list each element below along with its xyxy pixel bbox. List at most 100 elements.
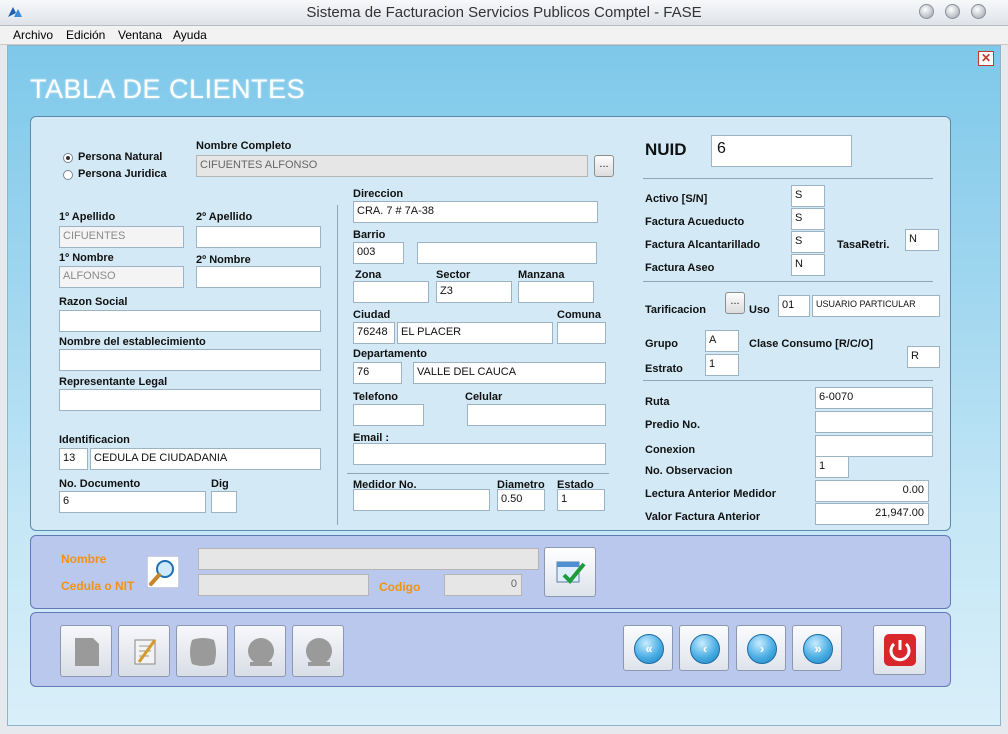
representante-field[interactable] bbox=[59, 389, 321, 411]
apellido2-field[interactable] bbox=[196, 226, 321, 248]
checklist-icon bbox=[556, 561, 586, 584]
celular-label: Celular bbox=[465, 391, 503, 403]
nombre2-field[interactable] bbox=[196, 266, 321, 288]
next-record-button[interactable]: › bbox=[736, 625, 786, 671]
barrio-code-field[interactable]: 003 bbox=[353, 242, 404, 264]
cancel-button[interactable] bbox=[292, 625, 344, 677]
edit-button[interactable] bbox=[118, 625, 170, 677]
manzana-field[interactable] bbox=[518, 281, 594, 303]
nombre1-field[interactable]: ALFONSO bbox=[59, 266, 184, 288]
identificacion-code-field[interactable]: 13 bbox=[59, 448, 88, 470]
window-close-button[interactable] bbox=[971, 4, 986, 19]
delete-icon bbox=[248, 638, 274, 666]
menu-edicion[interactable]: Edición bbox=[66, 28, 105, 42]
sector-label: Sector bbox=[436, 269, 471, 281]
search-nombre-field[interactable] bbox=[198, 548, 539, 570]
barrio-name-field[interactable] bbox=[417, 242, 597, 264]
establecimiento-field[interactable] bbox=[59, 349, 321, 371]
previous-record-button[interactable]: ‹ bbox=[679, 625, 729, 671]
services-divider bbox=[643, 281, 933, 282]
menu-ventana[interactable]: Ventana bbox=[118, 28, 162, 42]
departamento-code-field[interactable]: 76 bbox=[353, 362, 402, 384]
search-panel: Nombre Cedula o NIT Codigo 0 bbox=[30, 535, 951, 609]
dig-field[interactable] bbox=[211, 491, 237, 513]
uso-code-field[interactable]: 01 bbox=[778, 295, 810, 317]
activo-field[interactable]: S bbox=[791, 185, 825, 207]
search-codigo-field[interactable]: 0 bbox=[444, 574, 522, 596]
search-cedula-label: Cedula o NIT bbox=[61, 579, 135, 593]
exit-button[interactable] bbox=[873, 625, 926, 675]
page-title: TABLA DE CLIENTES bbox=[30, 74, 306, 104]
razon-social-field[interactable] bbox=[59, 310, 321, 332]
menu-ayuda[interactable]: Ayuda bbox=[173, 28, 207, 42]
last-record-button[interactable]: » bbox=[792, 625, 842, 671]
aseo-field[interactable]: N bbox=[791, 254, 825, 276]
medidor-field[interactable] bbox=[353, 489, 490, 511]
telefono-field[interactable] bbox=[353, 404, 424, 426]
apellido2-label: 2º Apellido bbox=[196, 211, 253, 223]
estado-field[interactable]: 1 bbox=[557, 489, 605, 511]
search-accept-button[interactable] bbox=[544, 547, 596, 597]
documento-field[interactable]: 6 bbox=[59, 491, 206, 513]
alcantarillado-field[interactable]: S bbox=[791, 231, 825, 253]
nombre-completo-label: Nombre Completo bbox=[196, 140, 292, 152]
sector-field[interactable]: Z3 bbox=[436, 281, 512, 303]
celular-field[interactable] bbox=[467, 404, 606, 426]
direccion-label: Direccion bbox=[353, 188, 404, 200]
window-titlebar: Sistema de Facturacion Servicios Publico… bbox=[0, 0, 1008, 26]
email-field[interactable] bbox=[353, 443, 606, 465]
apellido1-label: 1º Apellido bbox=[59, 211, 116, 223]
identificacion-type-field[interactable]: CEDULA DE CIUDADANIA bbox=[90, 448, 321, 470]
clase-consumo-field[interactable]: R bbox=[907, 346, 940, 368]
dig-label: Dig bbox=[211, 478, 229, 490]
identificacion-label: Identificacion bbox=[59, 434, 130, 446]
tarifa-divider bbox=[643, 380, 933, 381]
cancel-icon bbox=[306, 638, 332, 666]
nuid-field[interactable]: 6 bbox=[711, 135, 852, 167]
grupo-field[interactable]: A bbox=[705, 330, 739, 352]
departamento-name-field[interactable]: VALLE DEL CAUCA bbox=[413, 362, 606, 384]
ruta-label: Ruta bbox=[645, 396, 670, 408]
tarificacion-button[interactable]: ... bbox=[725, 292, 745, 314]
close-form-button[interactable]: ✕ bbox=[978, 51, 994, 66]
save-button[interactable] bbox=[176, 625, 228, 677]
first-record-button[interactable]: « bbox=[623, 625, 673, 671]
delete-button[interactable] bbox=[234, 625, 286, 677]
search-cedula-field[interactable] bbox=[198, 574, 369, 596]
direccion-field[interactable]: CRA. 7 # 7A-38 bbox=[353, 201, 598, 223]
new-button[interactable] bbox=[60, 625, 112, 677]
nombre-completo-field[interactable]: CIFUENTES ALFONSO bbox=[196, 155, 588, 177]
observacion-field[interactable]: 1 bbox=[815, 456, 849, 478]
tasa-label: TasaRetri. bbox=[837, 239, 890, 251]
maximize-button[interactable] bbox=[945, 4, 960, 19]
menu-archivo[interactable]: Archivo bbox=[13, 28, 53, 42]
uso-label: Uso bbox=[749, 304, 770, 316]
ciudad-name-field[interactable]: EL PLACER bbox=[397, 322, 553, 344]
search-icon[interactable] bbox=[147, 556, 179, 588]
persona-juridica-radio[interactable] bbox=[63, 170, 73, 180]
conexion-field[interactable] bbox=[815, 435, 933, 457]
tarificacion-label: Tarificacion bbox=[645, 304, 706, 316]
manzana-label: Manzana bbox=[518, 269, 565, 281]
ciudad-code-field[interactable]: 76248 bbox=[353, 322, 395, 344]
power-icon bbox=[884, 634, 916, 666]
valor-field[interactable]: 21,947.00 bbox=[815, 503, 929, 525]
apellido1-field[interactable]: CIFUENTES bbox=[59, 226, 184, 248]
zona-field[interactable] bbox=[353, 281, 429, 303]
browse-name-button[interactable]: ... bbox=[594, 155, 614, 177]
client-form-window: ✕ TABLA DE CLIENTES Persona Natural Pers… bbox=[7, 45, 1001, 726]
estrato-field[interactable]: 1 bbox=[705, 354, 739, 376]
new-icon bbox=[75, 638, 99, 666]
conexion-label: Conexion bbox=[645, 444, 696, 456]
acueducto-field[interactable]: S bbox=[791, 208, 825, 230]
minimize-button[interactable] bbox=[919, 4, 934, 19]
lectura-field[interactable]: 0.00 bbox=[815, 480, 929, 502]
nuid-divider bbox=[643, 178, 933, 179]
diametro-field[interactable]: 0.50 bbox=[497, 489, 545, 511]
uso-name-field[interactable]: USUARIO PARTICULAR bbox=[812, 295, 940, 317]
persona-natural-radio[interactable] bbox=[63, 153, 73, 163]
tasa-field[interactable]: N bbox=[905, 229, 939, 251]
predio-field[interactable] bbox=[815, 411, 933, 433]
ruta-field[interactable]: 6-0070 bbox=[815, 387, 933, 409]
comuna-field[interactable] bbox=[557, 322, 606, 344]
